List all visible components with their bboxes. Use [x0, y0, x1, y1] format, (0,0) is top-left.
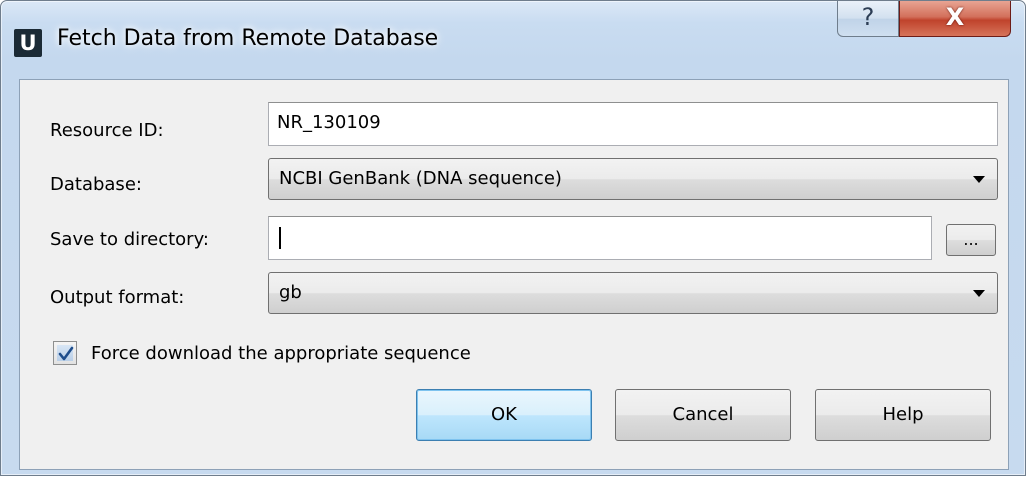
- question-mark-icon: ?: [861, 3, 875, 31]
- context-help-button[interactable]: ?: [837, 1, 899, 37]
- close-button[interactable]: X: [899, 1, 1011, 37]
- window-title: Fetch Data from Remote Database: [57, 26, 439, 51]
- database-selected-value: NCBI GenBank (DNA sequence): [279, 168, 562, 189]
- dialog-window: U Fetch Data from Remote Database ? X Re…: [0, 0, 1026, 476]
- cancel-button[interactable]: Cancel: [615, 389, 791, 441]
- force-download-checkbox[interactable]: [53, 341, 77, 365]
- output-format-select[interactable]: gb: [268, 272, 998, 314]
- force-download-label[interactable]: Force download the appropriate sequence: [91, 343, 471, 364]
- browse-button[interactable]: ...: [946, 224, 996, 256]
- resource-id-input[interactable]: NR_130109: [268, 102, 998, 146]
- database-label: Database:: [50, 174, 142, 195]
- help-button[interactable]: Help: [815, 389, 991, 441]
- resource-id-label: Resource ID:: [50, 120, 164, 141]
- title-bar[interactable]: U Fetch Data from Remote Database ? X: [1, 1, 1027, 79]
- app-logo-icon: U: [14, 29, 42, 57]
- output-format-label: Output format:: [50, 287, 185, 308]
- database-select[interactable]: NCBI GenBank (DNA sequence): [268, 158, 998, 200]
- chevron-down-icon: [973, 176, 985, 183]
- chevron-down-icon: [973, 290, 985, 297]
- checkmark-icon: [58, 346, 74, 361]
- output-format-selected-value: gb: [279, 282, 302, 303]
- close-icon: X: [945, 3, 965, 31]
- ok-button[interactable]: OK: [416, 389, 592, 441]
- save-directory-label: Save to directory:: [50, 229, 209, 250]
- save-directory-input[interactable]: [268, 216, 932, 260]
- text-cursor: [279, 227, 281, 249]
